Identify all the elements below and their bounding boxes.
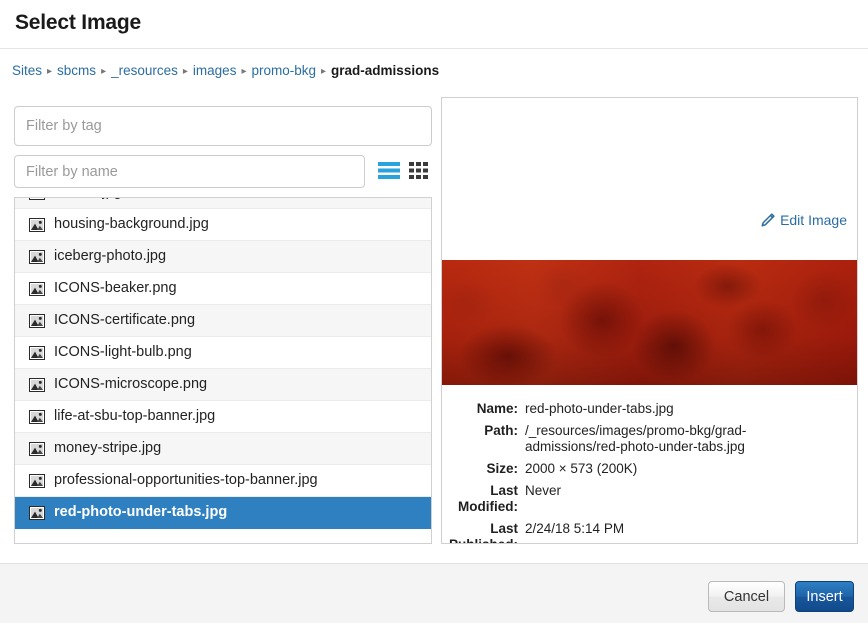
- metadata-value: /_resources/images/promo-bkg/grad-admiss…: [525, 423, 753, 455]
- select-image-dialog: Select Image Sites ▸ sbcms ▸ _resources ▸ imag…: [0, 0, 868, 623]
- metadata-label: Last Published:: [442, 521, 525, 544]
- breadcrumb-separator-icon: ▸: [321, 66, 326, 77]
- file-name-label: ICONS-microscope.png: [54, 377, 207, 392]
- file-list-item[interactable]: professional-opportunities-top-banner.jp…: [15, 465, 431, 497]
- page-title: Select Image: [15, 11, 141, 35]
- breadcrumb-item-sbcms[interactable]: sbcms: [57, 63, 96, 78]
- file-list-item[interactable]: life-at-sbu-top-banner.jpg: [15, 401, 431, 433]
- image-file-icon: [29, 410, 45, 424]
- image-file-icon: [29, 197, 45, 200]
- filter-by-name-input[interactable]: [14, 155, 365, 188]
- file-list-item[interactable]: ICONS-certificate.png: [15, 305, 431, 337]
- toolbar: Sites ▸ sbcms ▸ _resources ▸ images ▸ promo-bkg ▸…: [0, 49, 868, 97]
- filter-area: [14, 106, 432, 188]
- metadata-label: Name:: [442, 401, 525, 417]
- file-list-item[interactable]: housing-background.jpg: [15, 209, 431, 241]
- breadcrumb-separator-icon: ▸: [47, 66, 52, 77]
- file-name-label: ICONS-light-bulb.png: [54, 345, 192, 360]
- file-name-label: red-photo-under-tabs.jpg: [54, 505, 227, 520]
- file-name-label: housing-background.jpg: [54, 217, 209, 232]
- cancel-button[interactable]: Cancel: [708, 581, 785, 612]
- image-file-icon: [29, 474, 45, 488]
- metadata-value: Never: [525, 483, 561, 499]
- breadcrumb-separator-icon: ▸: [101, 66, 106, 77]
- pencil-icon: [760, 213, 775, 228]
- image-file-icon: [29, 346, 45, 360]
- image-preview-panel: Name:red-photo-under-tabs.jpgPath:/_reso…: [441, 97, 858, 544]
- breadcrumb-item-grad-admissions: grad-admissions: [331, 63, 439, 78]
- file-list-scroll-area: Hero-3.jpg housing-background.jpg iceberg-…: [15, 197, 431, 529]
- image-file-icon: [29, 250, 45, 264]
- image-metadata: Name:red-photo-under-tabs.jpgPath:/_reso…: [442, 401, 857, 544]
- image-file-icon: [29, 378, 45, 392]
- preview-image: [442, 260, 857, 385]
- file-list-item-selected[interactable]: red-photo-under-tabs.jpg: [15, 497, 431, 529]
- filter-by-tag-input[interactable]: [14, 106, 432, 146]
- image-file-icon: [29, 218, 45, 232]
- image-file-icon: [29, 282, 45, 296]
- breadcrumb-separator-icon: ▸: [183, 66, 188, 77]
- image-file-icon: [29, 506, 45, 520]
- metadata-label: Path:: [442, 423, 525, 439]
- metadata-label: Last Modified:: [442, 483, 525, 515]
- metadata-value: red-photo-under-tabs.jpg: [525, 401, 674, 417]
- file-name-label: life-at-sbu-top-banner.jpg: [54, 409, 215, 424]
- file-list[interactable]: Hero-3.jpg housing-background.jpg iceberg-…: [14, 197, 432, 544]
- breadcrumb-item-sites[interactable]: Sites: [12, 63, 42, 78]
- file-list-item[interactable]: Hero-3.jpg: [15, 197, 431, 209]
- file-list-item[interactable]: ICONS-light-bulb.png: [15, 337, 431, 369]
- metadata-row: Last Published:2/24/18 5:14 PM: [442, 521, 857, 544]
- breadcrumb-item-images[interactable]: images: [193, 63, 237, 78]
- metadata-row: Last Modified:Never: [442, 483, 857, 515]
- edit-image-link[interactable]: Edit Image: [760, 212, 847, 228]
- dialog-header: Select Image: [0, 0, 868, 49]
- metadata-label: Size:: [442, 461, 525, 477]
- file-name-label: money-stripe.jpg: [54, 441, 161, 456]
- edit-image-label: Edit Image: [780, 212, 847, 228]
- file-name-label: ICONS-beaker.png: [54, 281, 177, 296]
- file-list-item[interactable]: ICONS-beaker.png: [15, 273, 431, 305]
- image-file-icon: [29, 314, 45, 328]
- file-list-item[interactable]: iceberg-photo.jpg: [15, 241, 431, 273]
- file-name-label: professional-opportunities-top-banner.jp…: [54, 473, 318, 488]
- metadata-row: Size:2000 × 573 (200K): [442, 461, 857, 477]
- file-list-item[interactable]: money-stripe.jpg: [15, 433, 431, 465]
- metadata-row: Path:/_resources/images/promo-bkg/grad-a…: [442, 423, 857, 455]
- breadcrumb-separator-icon: ▸: [241, 66, 246, 77]
- list-view-icon[interactable]: [378, 162, 400, 179]
- metadata-value: 2000 × 573 (200K): [525, 461, 637, 477]
- view-toggle-group: [378, 162, 428, 179]
- file-name-label: ICONS-certificate.png: [54, 313, 195, 328]
- file-name-label: iceberg-photo.jpg: [54, 249, 166, 264]
- dialog-footer: Cancel Insert: [0, 563, 868, 623]
- metadata-value: 2/24/18 5:14 PM: [525, 521, 624, 537]
- file-name-label: Hero-3.jpg: [54, 197, 122, 200]
- image-file-icon: [29, 442, 45, 456]
- breadcrumb-item-promo-bkg[interactable]: promo-bkg: [251, 63, 316, 78]
- breadcrumb-item-resources[interactable]: _resources: [111, 63, 178, 78]
- file-list-item[interactable]: ICONS-microscope.png: [15, 369, 431, 401]
- grid-view-icon[interactable]: [409, 162, 428, 179]
- breadcrumb: Sites ▸ sbcms ▸ _resources ▸ images ▸ promo-bkg ▸…: [12, 63, 439, 78]
- metadata-row: Name:red-photo-under-tabs.jpg: [442, 401, 857, 417]
- insert-button[interactable]: Insert: [795, 581, 854, 612]
